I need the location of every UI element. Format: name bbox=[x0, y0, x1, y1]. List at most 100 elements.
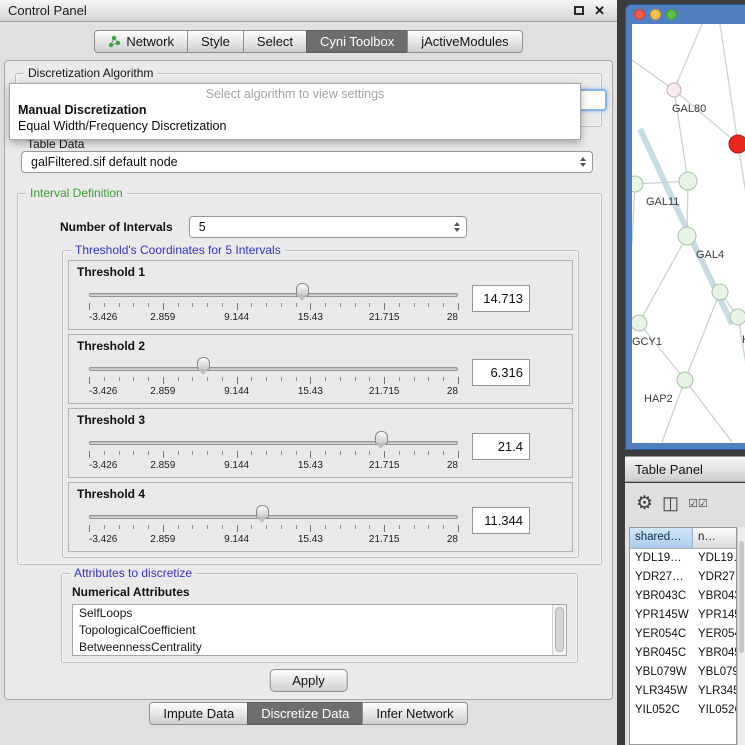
threshold-value-box[interactable]: 6.316 bbox=[472, 359, 530, 386]
table-cell[interactable]: YBR043C bbox=[693, 587, 736, 606]
table-cell[interactable]: YPR145W bbox=[693, 606, 736, 625]
table-row[interactable]: YIL052CYIL052C bbox=[630, 701, 736, 720]
table-row[interactable]: YPR145WYPR145W bbox=[630, 606, 736, 625]
network-node[interactable] bbox=[667, 83, 681, 97]
network-edge[interactable] bbox=[639, 236, 687, 323]
network-edge[interactable] bbox=[639, 323, 685, 380]
table-cell[interactable]: YLR345W bbox=[693, 682, 736, 701]
table-cell[interactable]: YIL052C bbox=[630, 701, 693, 720]
table-cell[interactable]: YER054C bbox=[630, 625, 693, 644]
table-cell[interactable]: YBR045C bbox=[630, 644, 693, 663]
network-node[interactable] bbox=[632, 315, 647, 331]
columns-icon[interactable]: ◫ bbox=[662, 493, 679, 514]
minimize-window-icon[interactable] bbox=[650, 9, 661, 20]
table-cell[interactable]: YER054C bbox=[693, 625, 736, 644]
network-node[interactable] bbox=[679, 172, 697, 190]
tab-cyni-toolbox[interactable]: Cyni Toolbox bbox=[306, 30, 408, 53]
threshold-slider[interactable]: -3.4262.8599.14415.4321.71528 bbox=[89, 502, 458, 550]
threshold-value-box[interactable]: 11.344 bbox=[472, 507, 530, 534]
network-node[interactable] bbox=[729, 135, 745, 153]
table-cell[interactable]: YDL19… bbox=[693, 549, 736, 568]
slider-track[interactable] bbox=[89, 293, 458, 297]
table-cell[interactable]: YIL052C bbox=[693, 701, 736, 720]
table-cell[interactable]: YLR345W bbox=[630, 682, 693, 701]
table-row[interactable]: YBR045CYBR045C bbox=[630, 644, 736, 663]
threshold-slider[interactable]: -3.4262.8599.14415.4321.71528 bbox=[89, 280, 458, 328]
network-node[interactable] bbox=[677, 372, 693, 388]
table-cell[interactable]: YBR043C bbox=[630, 587, 693, 606]
table-row[interactable]: YBL079WYBL079W bbox=[630, 663, 736, 682]
network-edge[interactable] bbox=[685, 292, 720, 380]
threshold-slider[interactable]: -3.4262.8599.14415.4321.71528 bbox=[89, 428, 458, 476]
dropdown-option-manual-discretization[interactable]: Manual Discretization bbox=[10, 102, 580, 118]
attribute-item[interactable]: BetweennessCentrality bbox=[73, 639, 566, 656]
table-scrollbar[interactable] bbox=[737, 527, 745, 745]
network-edge[interactable] bbox=[674, 90, 738, 144]
network-edge[interactable] bbox=[632, 184, 635, 244]
number-of-intervals-combobox[interactable]: 5 bbox=[189, 216, 467, 238]
network-canvas[interactable]: GAL80GAL11GAL4GCY1HHAP2 bbox=[632, 24, 745, 443]
tab-impute-data[interactable]: Impute Data bbox=[149, 702, 248, 725]
table-cell[interactable]: YDR27… bbox=[630, 568, 693, 587]
column-header-name[interactable]: n… bbox=[693, 528, 736, 548]
tab-network[interactable]: Network bbox=[94, 30, 188, 53]
cyni-toolbox-panel: Discretization Algorithm Select algorith… bbox=[4, 60, 613, 700]
slider-track[interactable] bbox=[89, 367, 458, 371]
threshold-value-box[interactable]: 21.4 bbox=[472, 433, 530, 460]
table-cell[interactable]: YBR045C bbox=[693, 644, 736, 663]
scale-label: 2.859 bbox=[150, 386, 175, 397]
slider-thumb[interactable] bbox=[197, 357, 210, 370]
network-edge[interactable] bbox=[720, 24, 738, 144]
network-edge[interactable] bbox=[687, 236, 720, 292]
slider-thumb[interactable] bbox=[375, 431, 388, 444]
attributes-scrollbar[interactable] bbox=[552, 605, 566, 655]
network-node[interactable] bbox=[712, 284, 728, 300]
network-view-window[interactable]: GAL80GAL11GAL4GCY1HHAP2 bbox=[625, 4, 745, 450]
tab-jactivemodules[interactable]: jActiveModules bbox=[407, 30, 522, 53]
table-row[interactable]: YBR043CYBR043C bbox=[630, 587, 736, 606]
scrollbar-thumb[interactable] bbox=[739, 541, 744, 653]
network-edge[interactable] bbox=[632, 60, 674, 90]
table-cell[interactable]: YPR145W bbox=[630, 606, 693, 625]
close-icon[interactable]: ✕ bbox=[594, 4, 605, 17]
table-row[interactable]: YER054CYER054C bbox=[630, 625, 736, 644]
table-row[interactable]: YLR345WYLR345W bbox=[630, 682, 736, 701]
slider-track[interactable] bbox=[89, 515, 458, 519]
checkboxes-icon[interactable]: ☑☑ bbox=[688, 497, 708, 510]
table-cell[interactable]: YDL19… bbox=[630, 549, 693, 568]
numerical-attributes-list[interactable]: SelfLoopsTopologicalCoefficientBetweenne… bbox=[72, 604, 567, 656]
apply-button[interactable]: Apply bbox=[269, 669, 348, 692]
network-edge[interactable] bbox=[685, 380, 732, 442]
tab-discretize-data[interactable]: Discretize Data bbox=[247, 702, 363, 725]
table-data-combobox[interactable]: galFiltered.sif default node bbox=[21, 151, 593, 173]
network-edge[interactable] bbox=[674, 24, 702, 90]
attribute-item[interactable]: TopologicalCoefficient bbox=[73, 622, 566, 639]
zoom-window-icon[interactable] bbox=[666, 9, 677, 20]
slider-track[interactable] bbox=[89, 441, 458, 445]
attribute-item[interactable]: SelfLoops bbox=[73, 605, 566, 622]
scrollbar-thumb[interactable] bbox=[555, 607, 564, 652]
tick-mark bbox=[414, 303, 415, 307]
close-window-icon[interactable] bbox=[634, 9, 645, 20]
slider-thumb[interactable] bbox=[256, 505, 269, 518]
threshold-value-box[interactable]: 14.713 bbox=[472, 285, 530, 312]
network-node[interactable] bbox=[632, 176, 643, 192]
gear-icon[interactable]: ⚙ bbox=[636, 492, 653, 515]
slider-thumb[interactable] bbox=[296, 283, 309, 296]
tab-infer-network[interactable]: Infer Network bbox=[362, 702, 467, 725]
network-node[interactable] bbox=[678, 227, 696, 245]
tab-style[interactable]: Style bbox=[187, 30, 244, 53]
table-cell[interactable]: YBL079W bbox=[630, 663, 693, 682]
table-cell[interactable]: YBL079W bbox=[693, 663, 736, 682]
network-node[interactable] bbox=[730, 309, 745, 325]
table-cell[interactable]: YDR27… bbox=[693, 568, 736, 587]
algorithm-combobox[interactable] bbox=[577, 89, 607, 111]
dropdown-option-equal-width-frequency[interactable]: Equal Width/Frequency Discretization bbox=[10, 118, 580, 134]
network-edge[interactable] bbox=[662, 380, 685, 442]
threshold-slider[interactable]: -3.4262.8599.14415.4321.71528 bbox=[89, 354, 458, 402]
float-window-icon[interactable] bbox=[574, 6, 584, 15]
column-header-shared-name[interactable]: shared… bbox=[630, 528, 693, 548]
tab-select[interactable]: Select bbox=[243, 30, 307, 53]
table-row[interactable]: YDR27…YDR27… bbox=[630, 568, 736, 587]
table-row[interactable]: YDL19…YDL19… bbox=[630, 549, 736, 568]
